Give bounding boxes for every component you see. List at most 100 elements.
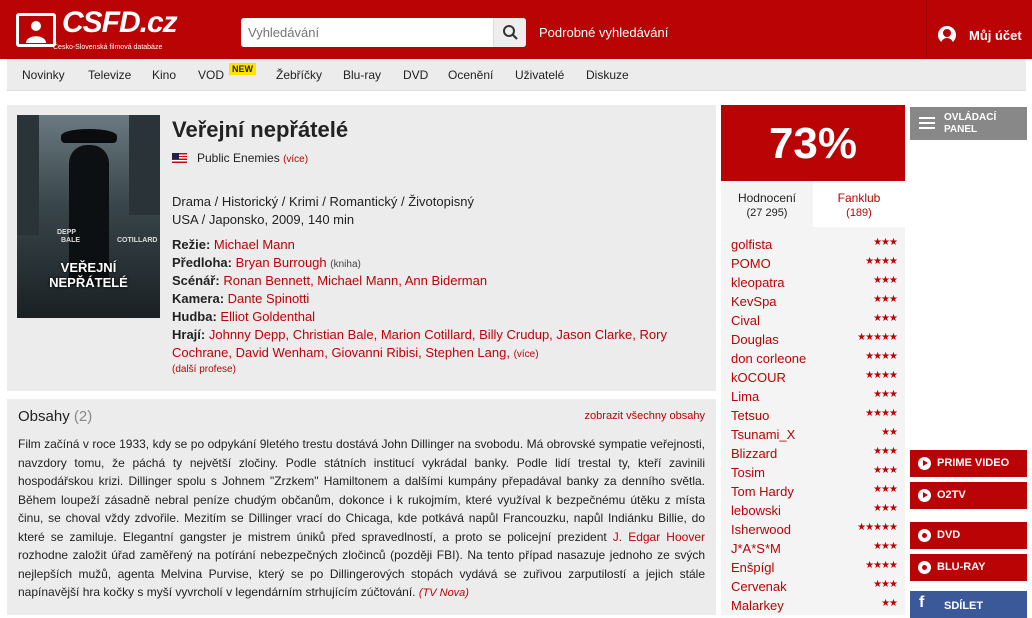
poster-building xyxy=(129,115,160,215)
crew-cast: Hrají: Johnny Depp, Christian Bale, Mari… xyxy=(172,326,692,344)
film-info-panel: DEPP BALE COTILLARD VEŘEJNÍ NEPŘÁTELÉ Ve… xyxy=(7,105,716,391)
rating-panel: 73% Hodnocení (27 295) Fanklub (189) gol… xyxy=(721,105,905,615)
user-name-link[interactable]: kleopatra xyxy=(731,275,784,290)
search-button[interactable] xyxy=(493,18,526,47)
search-input[interactable] xyxy=(241,18,493,47)
user-rating-row: POMO ★★★★ xyxy=(731,254,898,273)
user-rating-row: Isherwood ★★★★★ xyxy=(731,520,898,539)
user-icon xyxy=(938,26,956,44)
share-button[interactable]: f SDÍLET xyxy=(910,591,1027,618)
user-rating-row: J*A*S*M ★★★ xyxy=(731,539,898,558)
hoover-link[interactable]: J. Edgar Hoover xyxy=(613,530,705,544)
nav-item-novinky[interactable]: Novinky xyxy=(22,68,65,82)
user-name-link[interactable]: Cervenak xyxy=(731,579,787,594)
play-icon xyxy=(918,457,931,470)
nav-item-oceneni[interactable]: Ocenění xyxy=(448,68,493,82)
crew-link[interactable]: Dante Spinotti xyxy=(228,291,310,306)
user-name-link[interactable]: Malarkey xyxy=(731,598,784,613)
rating-stars-icon: ★★★ xyxy=(873,484,898,495)
crew-camera: Kamera: Dante Spinotti xyxy=(172,290,692,308)
user-rating-row: lebowski ★★★ xyxy=(731,501,898,520)
user-name-link[interactable]: J*A*S*M xyxy=(731,541,781,556)
prime-video-button[interactable]: PRIME VIDEO xyxy=(910,450,1027,477)
search-box xyxy=(241,18,526,47)
crew-link[interactable]: Johnny Depp, Christian Bale, Marion Coti… xyxy=(209,327,667,342)
crew-link[interactable]: Bryan Burrough xyxy=(236,255,327,270)
film-poster[interactable]: DEPP BALE COTILLARD VEŘEJNÍ NEPŘÁTELÉ xyxy=(17,115,160,318)
user-name-link[interactable]: Lima xyxy=(731,389,759,404)
rating-stars-icon: ★★★ xyxy=(873,275,898,286)
film-origin: USA / Japonsko, 2009, 140 min xyxy=(172,212,355,227)
plot-text-part: rozhodne založit úřad zaměřený na potírá… xyxy=(18,548,705,599)
bluray-button[interactable]: BLU-RAY xyxy=(910,554,1027,581)
tab-ratings[interactable]: Hodnocení (27 295) xyxy=(721,181,813,227)
original-title-more-link[interactable]: (více) xyxy=(283,154,308,165)
nav-item-bluray[interactable]: Blu-ray xyxy=(343,68,381,82)
user-name-link[interactable]: lebowski xyxy=(731,503,781,518)
cast-more-link[interactable]: (více) xyxy=(514,349,539,360)
user-rating-row: Tosim ★★★ xyxy=(731,463,898,482)
rating-stars-icon: ★★★ xyxy=(873,579,898,590)
dvd-label: DVD xyxy=(937,529,961,541)
nav-item-kino[interactable]: Kino xyxy=(152,68,176,82)
user-name-link[interactable]: Enšpígl xyxy=(731,560,774,575)
control-panel-button[interactable]: OVLÁDACÍ PANEL xyxy=(910,107,1027,140)
logo-text: CSFD.cz xyxy=(62,6,178,39)
nav-item-dvd[interactable]: DVD xyxy=(403,68,428,82)
o2tv-button[interactable]: O2TV xyxy=(910,482,1027,509)
rating-tabs: Hodnocení (27 295) Fanklub (189) xyxy=(721,181,905,227)
us-flag-icon xyxy=(172,153,187,163)
nav-item-diskuze[interactable]: Diskuze xyxy=(586,68,629,82)
crew-link[interactable]: Michael Mann xyxy=(214,237,295,252)
rating-stars-icon: ★★★ xyxy=(873,389,898,400)
original-title-text: Public Enemies xyxy=(197,151,280,165)
advanced-search-link[interactable]: Podrobné vyhledávání xyxy=(539,25,668,40)
crew-link[interactable]: Elliot Goldenthal xyxy=(220,309,315,324)
tab-fanclub-label: Fanklub xyxy=(837,191,881,205)
film-title: Veřejní nepřátelé xyxy=(172,117,349,142)
user-name-link[interactable]: Tsunami_X xyxy=(731,427,795,442)
rating-stars-icon: ★★ xyxy=(881,598,898,609)
user-rating-row: golfista ★★★ xyxy=(731,235,898,254)
tab-fanclub[interactable]: Fanklub (189) xyxy=(813,181,905,227)
nav-item-uzivatele[interactable]: Uživatelé xyxy=(515,68,564,82)
user-name-link[interactable]: POMO xyxy=(731,256,771,271)
user-rating-row: don corleone ★★★★ xyxy=(731,349,898,368)
user-name-link[interactable]: Isherwood xyxy=(731,522,791,537)
plot-heading-text: Obsahy xyxy=(18,408,70,425)
poster-cast-left2: BALE xyxy=(61,237,81,244)
search-icon xyxy=(503,25,518,40)
user-name-link[interactable]: Douglas xyxy=(731,332,779,347)
user-name-link[interactable]: don corleone xyxy=(731,351,806,366)
user-name-link[interactable]: Tetsuo xyxy=(731,408,769,423)
rating-stars-icon: ★★★★ xyxy=(865,351,898,362)
account-button[interactable]: Můj účet xyxy=(926,0,1032,59)
user-name-link[interactable]: Cival xyxy=(731,313,760,328)
user-rating-row: Tom Hardy ★★★ xyxy=(731,482,898,501)
rating-stars-icon: ★★★★ xyxy=(865,408,898,419)
user-name-link[interactable]: KevSpa xyxy=(731,294,777,309)
menu-icon xyxy=(919,117,935,119)
crew-cast-continued: Cochrane, David Wenham, Giovanni Ribisi,… xyxy=(172,344,692,364)
nav-item-zebricky[interactable]: Žebříčky xyxy=(276,68,322,82)
nav-item-televize[interactable]: Televize xyxy=(88,68,131,82)
user-name-link[interactable]: Blizzard xyxy=(731,446,777,461)
user-name-link[interactable]: kOCOUR xyxy=(731,370,786,385)
crew-source: Předloha: Bryan Burrough (kniha) xyxy=(172,254,692,274)
plot-count: (2) xyxy=(73,408,93,425)
user-name-link[interactable]: Tom Hardy xyxy=(731,484,794,499)
more-professions-link[interactable]: (další profese) xyxy=(172,364,236,375)
user-name-link[interactable]: golfista xyxy=(731,237,772,252)
nav-item-vod[interactable]: VOD xyxy=(198,68,224,82)
rating-stars-icon: ★★★★ xyxy=(865,256,898,267)
crew-director: Režie: Michael Mann xyxy=(172,236,692,254)
site-logo[interactable]: CSFD.cz Česko-Slovenská filmová databáze xyxy=(16,6,184,52)
user-name-link[interactable]: Tosim xyxy=(731,465,765,480)
show-all-plots-link[interactable]: zobrazit všechny obsahy xyxy=(585,410,705,422)
dvd-button[interactable]: DVD xyxy=(910,522,1027,549)
crew-link[interactable]: Cochrane, David Wenham, Giovanni Ribisi,… xyxy=(172,345,510,360)
user-rating-row: Tsunami_X ★★ xyxy=(731,425,898,444)
plot-text: Film začíná v roce 1933, kdy se po odpyk… xyxy=(18,435,705,603)
crew-link[interactable]: Ronan Bennett, Michael Mann, Ann Biderma… xyxy=(223,273,487,288)
user-rating-row: kleopatra ★★★ xyxy=(731,273,898,292)
